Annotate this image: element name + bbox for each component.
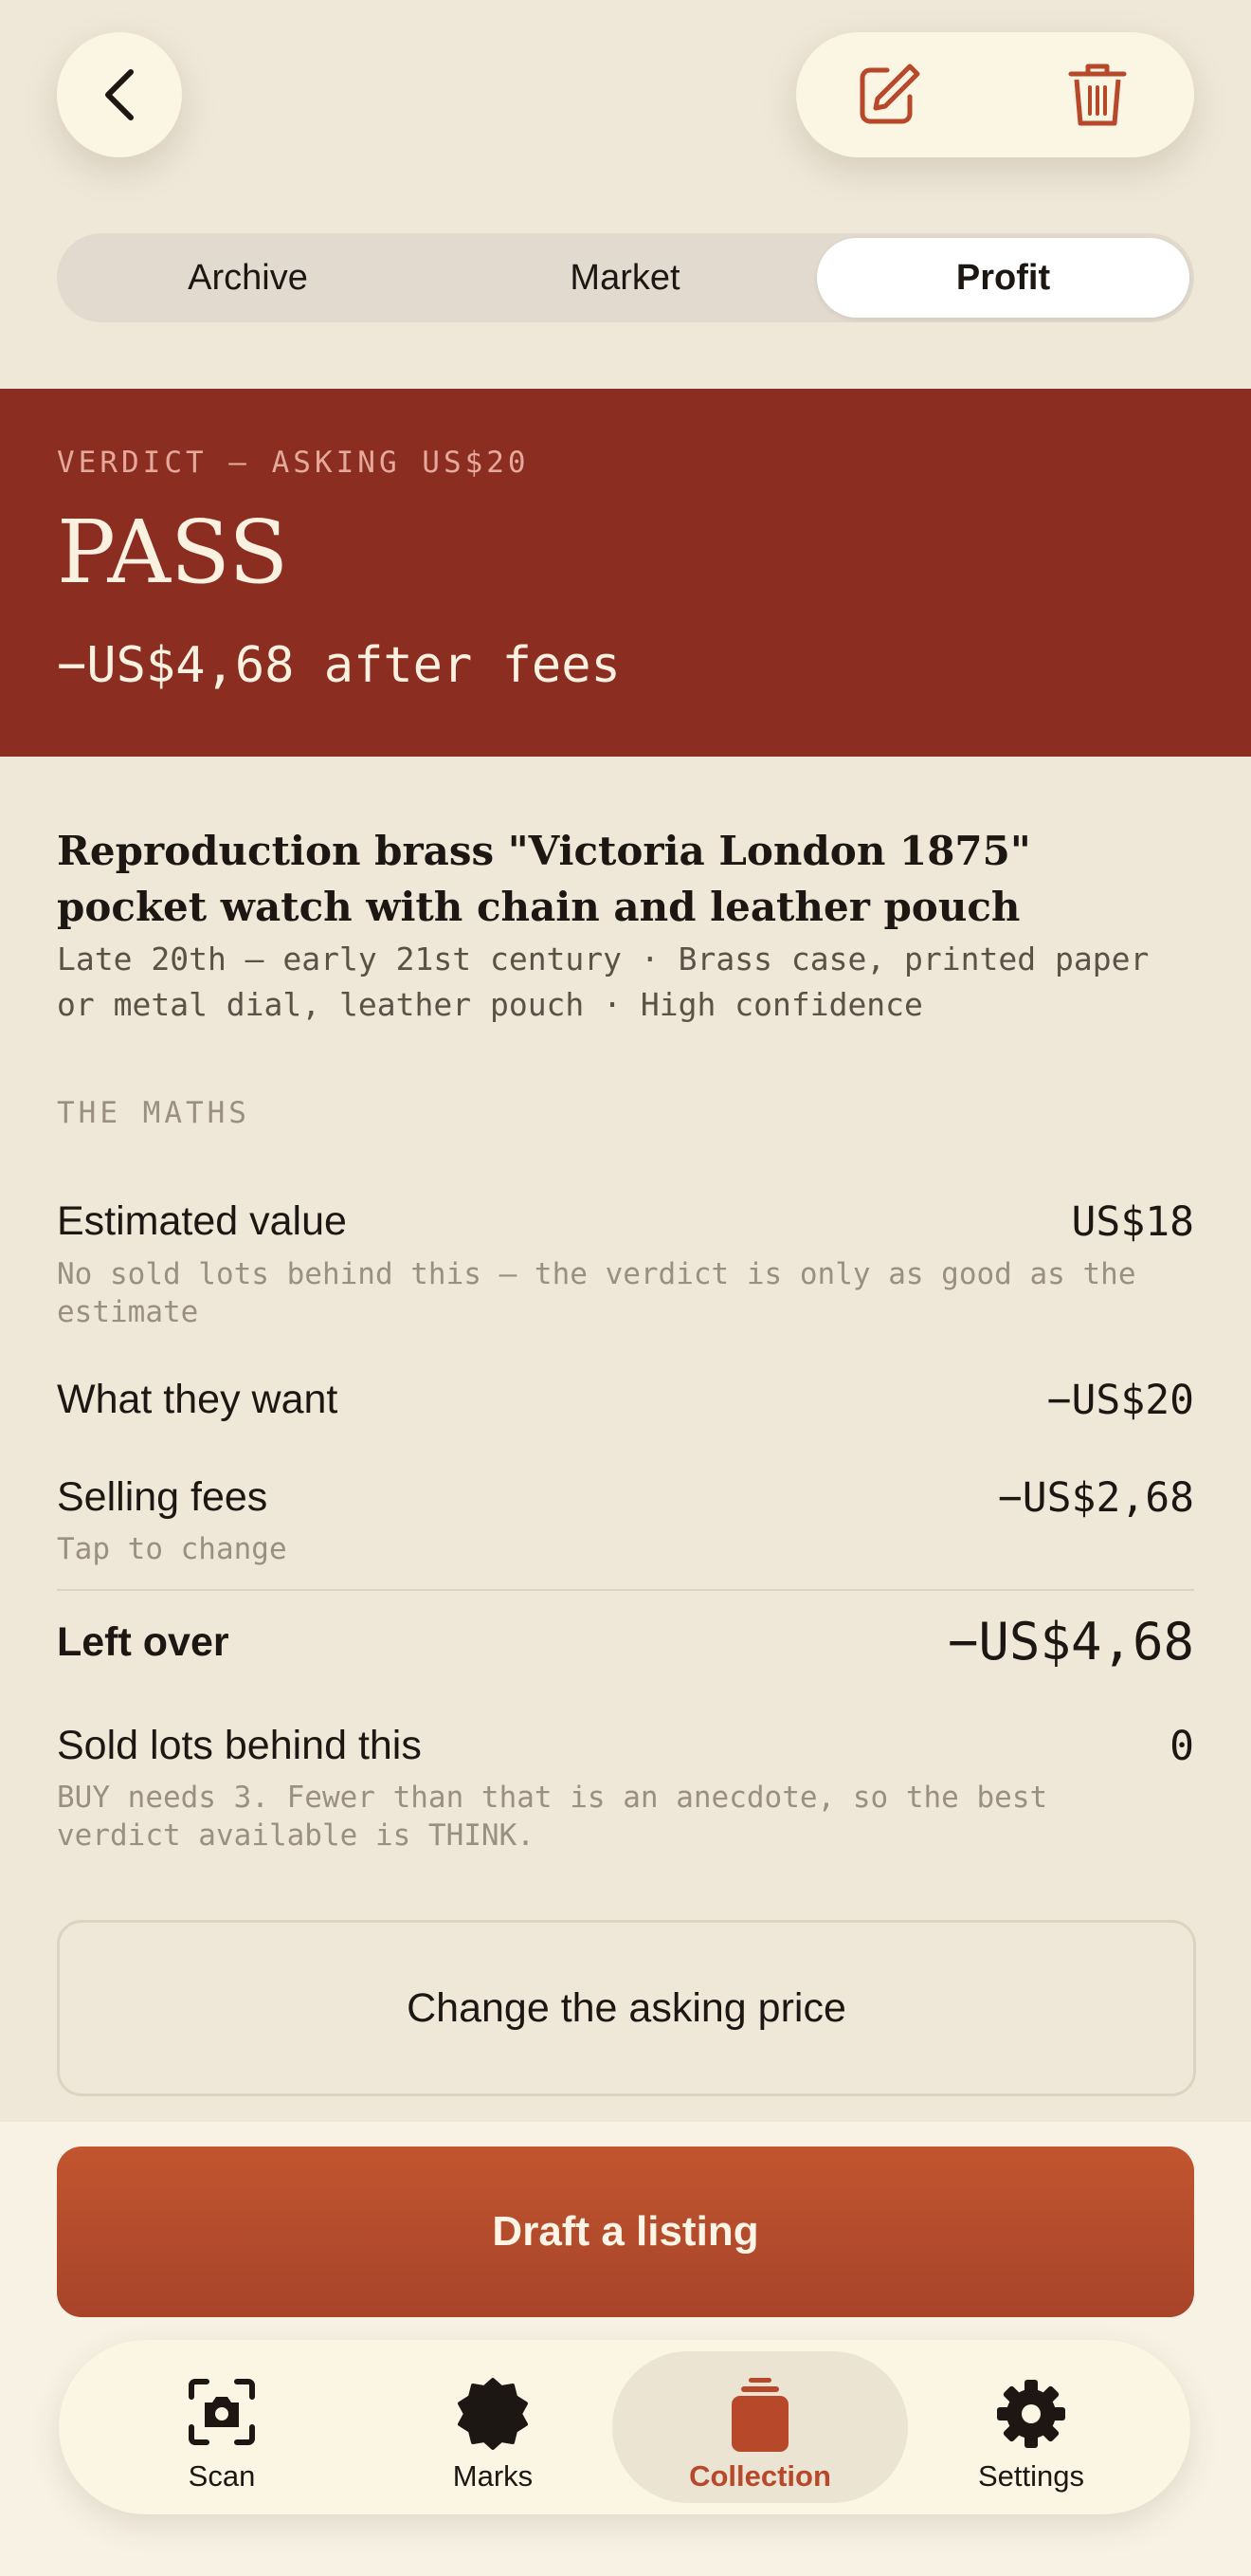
asking-price-label: What they want	[57, 1377, 338, 1422]
delete-button[interactable]	[1063, 61, 1132, 129]
selling-fees-label[interactable]: Selling fees	[57, 1474, 267, 1521]
verdict-banner: VERDICT — ASKING US$20 PASS −US$4,68 aft…	[0, 389, 1251, 757]
left-over-label: Left over	[57, 1619, 229, 1665]
draft-listing-button[interactable]: Draft a listing	[57, 2147, 1194, 2317]
item-title: Reproduction brass "Victoria London 1875…	[57, 828, 1031, 930]
asking-price-value: −US$20	[1046, 1377, 1194, 1424]
selling-fees-value[interactable]: −US$2,68	[998, 1474, 1194, 1522]
verdict-label: VERDICT — ASKING US$20	[57, 446, 530, 480]
sold-lots-value: 0	[1169, 1723, 1194, 1770]
change-asking-price-button[interactable]: Change the asking price	[57, 1920, 1196, 2096]
chevron-left-icon	[105, 69, 134, 120]
back-button[interactable]	[57, 32, 182, 157]
verdict-word: PASS	[57, 502, 289, 603]
tab-profit[interactable]: Profit	[817, 238, 1189, 318]
nav-scan[interactable]: Scan	[74, 2351, 370, 2503]
seal-icon	[458, 2378, 528, 2450]
view-tabs: Archive Market Profit	[57, 233, 1194, 322]
stack-icon	[732, 2378, 789, 2452]
sold-lots-note: BUY needs 3. Fewer than that is an anecd…	[57, 1781, 1048, 1853]
nav-collection[interactable]: Collection	[612, 2351, 908, 2503]
nav-scan-label: Scan	[188, 2459, 256, 2493]
item-actions	[796, 32, 1194, 157]
camera-scan-icon	[189, 2379, 255, 2445]
selling-fees-note[interactable]: Tap to change	[57, 1530, 1175, 1568]
item-meta: Late 20th — early 21st century · Brass c…	[57, 941, 1150, 1023]
estimated-value-label: Estimated value	[57, 1198, 347, 1244]
edit-button[interactable]	[853, 61, 921, 129]
tab-archive[interactable]: Archive	[62, 238, 434, 318]
bottom-nav: Scan Marks Collection Settings	[59, 2340, 1190, 2514]
trash-icon	[1068, 64, 1127, 126]
maths-heading: THE MATHS	[57, 1096, 250, 1130]
left-over-value: −US$4,68	[947, 1612, 1194, 1672]
tab-market[interactable]: Market	[439, 238, 811, 318]
sold-lots-label: Sold lots behind this	[57, 1723, 422, 1768]
nav-marks[interactable]: Marks	[345, 2351, 641, 2503]
divider	[57, 1589, 1194, 1591]
nav-marks-label: Marks	[452, 2459, 534, 2493]
estimated-value-note: No sold lots behind this — the verdict i…	[57, 1257, 1136, 1329]
gear-icon	[997, 2380, 1065, 2448]
verdict-net-amount: −US$4,68 after fees	[57, 637, 621, 694]
estimated-value: US$18	[1071, 1198, 1194, 1246]
edit-icon	[860, 64, 920, 124]
nav-settings-label: Settings	[977, 2459, 1084, 2493]
nav-settings[interactable]: Settings	[883, 2351, 1179, 2503]
nav-collection-label: Collection	[689, 2459, 831, 2493]
